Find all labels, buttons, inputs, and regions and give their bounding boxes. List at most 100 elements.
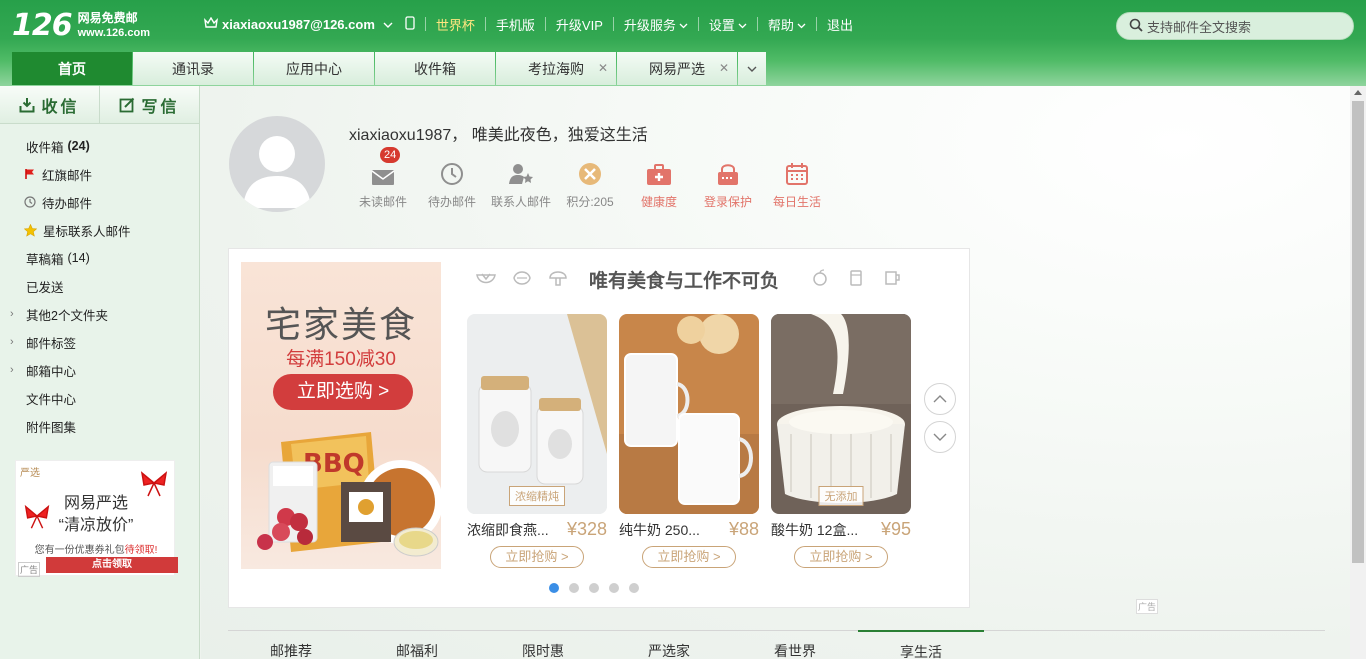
ad-text-a: 您有一份优惠券礼包	[34, 545, 125, 556]
sidebar-ad[interactable]: 严选 网易严选 “清凉放价” 您有一份优惠券礼包待领取! 点击领取 广告	[15, 460, 178, 577]
receive-button[interactable]: 收信	[0, 86, 99, 123]
folder-inbox[interactable]: 收件箱 (24)	[0, 132, 199, 160]
avatar[interactable]	[229, 116, 325, 212]
carousel-dot[interactable]	[589, 583, 599, 593]
carousel-dot[interactable]	[629, 583, 639, 593]
chevron-up-icon	[933, 395, 947, 403]
scroll-up-button[interactable]	[924, 383, 956, 415]
fruit-icon	[813, 269, 827, 286]
product-image[interactable]: 无添加	[771, 314, 911, 514]
tab-welfare[interactable]: 邮福利	[354, 631, 480, 659]
folder-mail-center[interactable]: › 邮箱中心	[0, 356, 199, 384]
greeting: xiaxiaoxu1987， 唯美此夜色，独爱这生活	[349, 127, 648, 144]
tab-world[interactable]: 看世界	[732, 631, 858, 659]
divider	[424, 17, 426, 31]
buy-now-button[interactable]: 立即抢购 >	[642, 546, 736, 568]
folder-label: 待办邮件	[42, 196, 93, 211]
product-image[interactable]	[619, 314, 759, 514]
promo-banner[interactable]: 宅家美食 每满150减30 立即选购 > BBQ	[241, 262, 441, 569]
close-icon[interactable]: ✕	[719, 61, 729, 75]
chevron-down-icon[interactable]	[383, 17, 393, 32]
decor-icons-left	[475, 269, 569, 287]
quick-login-protect[interactable]: 登录保护	[694, 158, 762, 210]
tab-enjoy-life[interactable]: 享生活	[858, 630, 984, 659]
product-price: ¥95	[880, 519, 911, 539]
quick-label: 登录保护	[703, 195, 752, 209]
product-tag: 浓缩精炖	[509, 486, 565, 506]
quick-daily-life[interactable]: 每日生活	[763, 158, 831, 210]
mobile-version-link[interactable]: 手机版	[496, 15, 535, 34]
banner-headline: 宅家美食	[264, 304, 417, 345]
tab-contacts[interactable]: 通讯录	[133, 52, 253, 85]
buy-now-button[interactable]: 立即抢购 >	[794, 546, 888, 568]
chevron-right-icon: ›	[10, 364, 14, 376]
tab-yanxuan-home[interactable]: 严选家	[606, 631, 732, 659]
settings-menu[interactable]: 设置	[709, 15, 735, 34]
folder-drafts[interactable]: 草稿箱 (14)	[0, 244, 199, 272]
tab-inbox[interactable]: 收件箱	[375, 52, 495, 85]
tab-recommend[interactable]: 邮推荐	[228, 631, 354, 659]
worldcup-link[interactable]: 世界杯	[436, 15, 475, 34]
scrollbar[interactable]	[1350, 86, 1366, 659]
quick-label: 待办邮件	[427, 195, 476, 209]
buy-now-button[interactable]: 立即抢购 >	[490, 546, 584, 568]
tab-kaola[interactable]: 考拉海购 ✕	[496, 52, 616, 85]
ad-tag: 广告	[18, 562, 41, 577]
help-menu[interactable]: 帮助	[768, 15, 794, 34]
tab-flash-deals[interactable]: 限时惠	[480, 631, 606, 659]
product-tag: 无添加	[818, 486, 864, 506]
upgrade-vip-link[interactable]: 升级VIP	[556, 15, 603, 34]
carousel-dot[interactable]	[569, 583, 579, 593]
close-icon[interactable]: ✕	[598, 61, 608, 75]
search-input[interactable]: 支持邮件全文搜索	[1116, 12, 1354, 40]
compose-button[interactable]: 写信	[99, 86, 199, 123]
product-card[interactable]: 无添加 酸牛奶 12盒... ¥95 立即抢购 >	[771, 314, 911, 568]
product-card[interactable]: 纯牛奶 250... ¥88 立即抢购 >	[619, 314, 759, 568]
tab-app-center[interactable]: 应用中心	[254, 52, 374, 85]
carousel-dot[interactable]	[609, 583, 619, 593]
tab-home[interactable]: 首页	[12, 52, 132, 85]
quick-todo[interactable]: 待办邮件	[418, 158, 486, 210]
product-image[interactable]: 浓缩精炖	[467, 314, 607, 514]
ad-tag: 广告	[1136, 599, 1159, 614]
promo-title: 唯有美食与工作不可负	[589, 271, 780, 292]
claim-button[interactable]: 点击领取	[46, 557, 178, 573]
quick-contacts[interactable]: 联系人邮件	[487, 158, 555, 210]
draft-count: (14)	[67, 251, 90, 265]
contact-star-icon	[509, 164, 533, 184]
receive-label: 收信	[41, 98, 80, 116]
folder-red-flag[interactable]: 红旗邮件	[0, 160, 199, 188]
folder-tags[interactable]: › 邮件标签	[0, 328, 199, 356]
scrollbar-thumb[interactable]	[1352, 101, 1364, 563]
tab-yanxuan[interactable]: 网易严选 ✕	[617, 52, 737, 85]
product-card[interactable]: 浓缩精炖 浓缩即食燕... ¥328 立即抢购 >	[467, 314, 607, 568]
product-name: 浓缩即食燕...	[467, 522, 549, 538]
scroll-up-arrow-icon[interactable]	[1354, 90, 1362, 95]
chevron-right-icon: ›	[10, 336, 14, 348]
folder-attachments[interactable]: 附件图集	[0, 412, 199, 440]
folder-star-contacts[interactable]: 星标联系人邮件	[0, 216, 199, 244]
bun-icon	[476, 273, 496, 284]
banner-buy-button[interactable]: 立即选购 >	[273, 374, 413, 410]
unread-badge: 24	[380, 147, 401, 163]
search-placeholder: 支持邮件全文搜索	[1147, 19, 1252, 35]
account-name[interactable]: xiaxiaoxu1987@126.com	[222, 17, 375, 32]
folder-todo[interactable]: 待办邮件	[0, 188, 199, 216]
quick-points[interactable]: 积分:205	[556, 158, 624, 210]
folder-sent[interactable]: 已发送	[0, 272, 199, 300]
folder-label: 收件箱	[26, 140, 64, 155]
folder-file-center[interactable]: 文件中心	[0, 384, 199, 412]
mushroom-icon	[549, 271, 567, 286]
folder-other[interactable]: › 其他2个文件夹	[0, 300, 199, 328]
tabs-more-button[interactable]	[738, 52, 766, 85]
scroll-down-button[interactable]	[924, 421, 956, 453]
quick-health[interactable]: 健康度	[625, 158, 693, 210]
yogurt-bowl-photo	[771, 314, 911, 514]
carousel-dot[interactable]	[549, 583, 559, 593]
upgrade-service-menu[interactable]: 升级服务	[624, 15, 676, 34]
mobile-icon[interactable]	[405, 15, 415, 33]
logo[interactable]: 126 网易免费邮 www.126.com	[12, 8, 150, 43]
tab-label: 考拉海购	[528, 60, 584, 77]
quick-unread[interactable]: 24 未读邮件	[349, 147, 417, 210]
logout-link[interactable]: 退出	[827, 15, 853, 34]
